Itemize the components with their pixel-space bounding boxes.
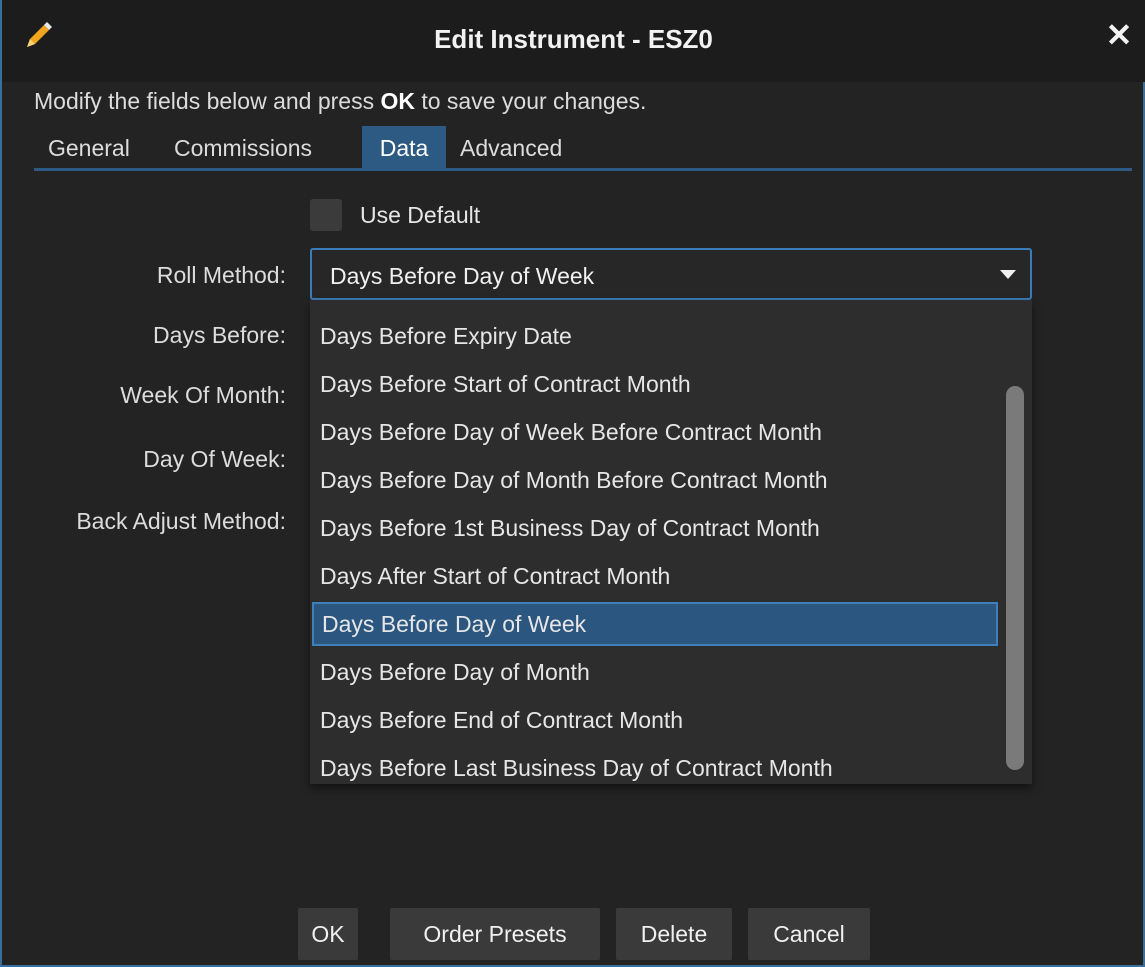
tab-data[interactable]: Data bbox=[362, 126, 446, 168]
dropdown-option[interactable]: Days Before Day of Week Before Contract … bbox=[312, 410, 998, 454]
roll-method-select[interactable]: Days Before Day of Week bbox=[310, 248, 1032, 300]
days-before-label: Days Before: bbox=[153, 322, 286, 348]
tab-advanced[interactable]: Advanced bbox=[460, 126, 600, 168]
dropdown-option[interactable]: Days Before Expiry Date bbox=[312, 314, 998, 358]
roll-method-label: Roll Method: bbox=[156, 262, 286, 288]
roll-method-value: Days Before Day of Week bbox=[330, 263, 595, 289]
day-of-week-label: Day Of Week: bbox=[143, 446, 286, 472]
dropdown-option[interactable]: Days Before End of Contract Month bbox=[312, 698, 998, 742]
dropdown-option[interactable]: Days Before Day of Month Before Contract… bbox=[312, 458, 998, 502]
title-bar: Edit Instrument - ESZ0 ✕ bbox=[2, 0, 1145, 82]
use-default-label: Use Default bbox=[360, 202, 481, 228]
dropdown-option[interactable]: Days Before 1st Business Day of Contract… bbox=[312, 506, 998, 550]
ok-button[interactable]: OK bbox=[298, 908, 358, 960]
instructions-text: Modify the fields below and press OK to … bbox=[34, 88, 647, 114]
dropdown-scrollbar-thumb[interactable] bbox=[1006, 386, 1024, 770]
close-icon[interactable]: ✕ bbox=[1102, 18, 1136, 52]
dropdown-option[interactable]: Days Before Start of Contract Month bbox=[312, 362, 998, 406]
back-adjust-method-label: Back Adjust Method: bbox=[76, 508, 286, 534]
delete-button[interactable]: Delete bbox=[616, 908, 732, 960]
tab-underline bbox=[34, 168, 1132, 171]
chevron-down-icon[interactable] bbox=[1000, 270, 1016, 279]
dropdown-option[interactable]: Days Before Day of Month bbox=[312, 650, 998, 694]
roll-method-dropdown-list: Days Before Expiry Date Days Before Star… bbox=[310, 300, 1032, 784]
cancel-button[interactable]: Cancel bbox=[748, 908, 870, 960]
dropdown-option[interactable]: Days Before Last Business Day of Contrac… bbox=[312, 746, 998, 784]
week-of-month-label: Week Of Month: bbox=[120, 382, 286, 408]
window-title: Edit Instrument - ESZ0 bbox=[434, 24, 713, 54]
order-presets-button[interactable]: Order Presets bbox=[390, 908, 600, 960]
tab-general[interactable]: General bbox=[34, 126, 154, 168]
edit-instrument-dialog: Edit Instrument - ESZ0 ✕ Modify the fiel… bbox=[0, 0, 1145, 967]
use-default-checkbox[interactable] bbox=[310, 199, 342, 231]
dropdown-option[interactable]: Days After Start of Contract Month bbox=[312, 554, 998, 598]
tab-commissions[interactable]: Commissions bbox=[174, 126, 354, 168]
dropdown-option-selected[interactable]: Days Before Day of Week bbox=[312, 602, 998, 646]
